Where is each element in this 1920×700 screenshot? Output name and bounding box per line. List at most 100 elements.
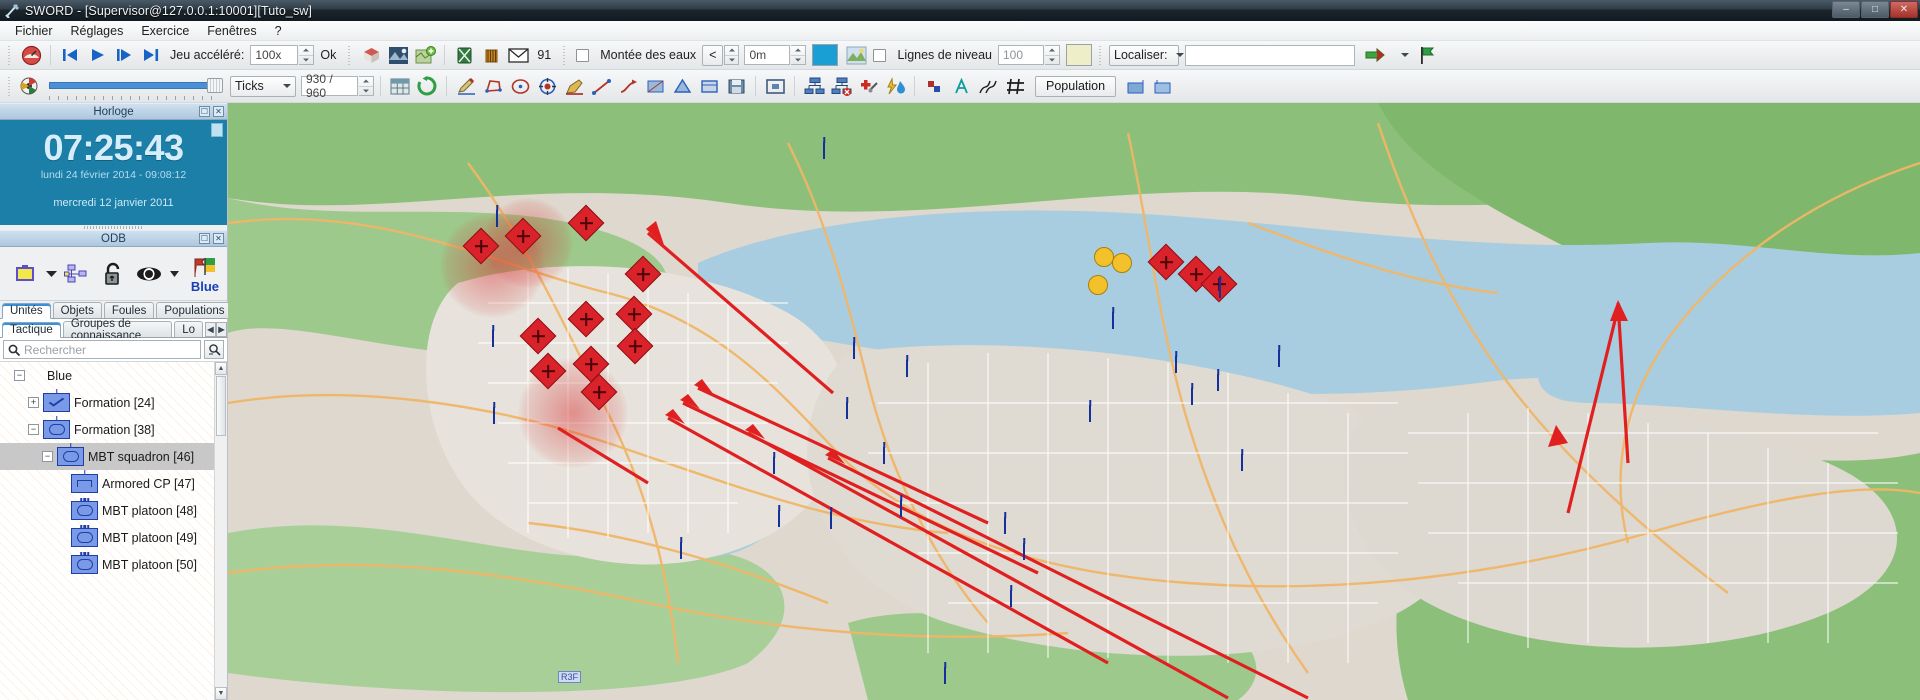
menu-reglages[interactable]: Réglages	[62, 22, 133, 40]
text-icon[interactable]	[948, 74, 974, 98]
polygon-icon[interactable]	[480, 74, 506, 98]
map-unit-blue-5[interactable]	[906, 361, 936, 382]
clock-note-icon[interactable]	[211, 123, 223, 137]
arrow-draw-icon[interactable]	[615, 74, 641, 98]
expander-icon[interactable]: −	[42, 451, 53, 462]
tab-foules[interactable]: Foules	[104, 302, 155, 318]
tree-node-mbt-platoon-49[interactable]: MBT platoon [49]	[0, 524, 227, 551]
tab-populations[interactable]: Populations	[156, 302, 232, 318]
speedometer-icon[interactable]	[18, 43, 44, 67]
search-options-icon[interactable]	[204, 340, 224, 359]
goto-icon[interactable]	[1362, 43, 1388, 67]
skip-back-icon[interactable]	[57, 43, 83, 67]
panel-resize-icon[interactable]	[762, 74, 788, 98]
map-unit-blue-2[interactable]	[496, 211, 526, 232]
tick-mode-combo[interactable]: Ticks	[230, 76, 296, 97]
menu-exercice[interactable]: Exercice	[132, 22, 198, 40]
map-unit-blue-10[interactable]	[830, 513, 860, 534]
toolbar2-grip[interactable]	[6, 77, 13, 96]
supply-icon[interactable]	[478, 43, 504, 67]
map-crowd-yellow-1[interactable]	[1094, 247, 1114, 267]
map-canvas[interactable]: R3F	[228, 103, 1920, 700]
map-unit-blue-6[interactable]	[773, 458, 803, 479]
minimize-button[interactable]: –	[1832, 1, 1860, 18]
water-compare-stepper[interactable]	[724, 45, 739, 65]
map-unit-blue-23[interactable]	[492, 331, 522, 352]
menu-fichier[interactable]: Fichier	[6, 22, 62, 40]
tree-node-mbt-platoon-50[interactable]: MBT platoon [50]	[0, 551, 227, 578]
tree-node-armored-cp-47[interactable]: Armored CP [47] P	[0, 470, 227, 497]
eye-icon[interactable]	[132, 257, 166, 291]
line-draw-icon[interactable]	[588, 74, 614, 98]
toolbar-grip-4[interactable]	[1097, 46, 1104, 65]
chevron-small-down-icon[interactable]	[168, 257, 180, 291]
search-input[interactable]: Rechercher	[3, 340, 201, 359]
panel-left-icon[interactable]	[1123, 74, 1149, 98]
map-unit-blue-21[interactable]	[1219, 282, 1249, 303]
map-unit-blue-15[interactable]	[1089, 406, 1119, 427]
panel-right-icon[interactable]	[1150, 74, 1176, 98]
water-level-input[interactable]: 0m	[744, 45, 790, 65]
clock-panel-close-button[interactable]: ✕	[213, 106, 224, 117]
skip-forward-icon[interactable]	[138, 43, 164, 67]
play-icon[interactable]	[84, 43, 110, 67]
flag-icon[interactable]	[1414, 43, 1440, 67]
contour-icon[interactable]	[975, 74, 1001, 98]
cube-3d-icon[interactable]	[358, 43, 384, 67]
water-level-stepper[interactable]	[791, 45, 806, 65]
contour-checkbox[interactable]	[873, 49, 886, 62]
grid-icon[interactable]	[1002, 74, 1028, 98]
speed-input[interactable]: 100x	[250, 45, 298, 65]
terrain-icon[interactable]	[385, 43, 411, 67]
contour-stepper[interactable]	[1045, 45, 1060, 65]
map-unit-blue-24[interactable]	[1241, 455, 1271, 476]
menu-fenetres[interactable]: Fenêtres	[198, 22, 265, 40]
maximize-button[interactable]: □	[1861, 1, 1889, 18]
tick-value-input[interactable]: 930 / 960	[301, 76, 358, 96]
refresh-icon[interactable]	[414, 74, 440, 98]
toolbar-grip-2[interactable]	[346, 46, 353, 65]
population-button[interactable]: Population	[1035, 76, 1116, 97]
chevron-down-icon[interactable]	[44, 257, 58, 291]
box-icon[interactable]	[696, 74, 722, 98]
map-crowd-yellow-3[interactable]	[1088, 275, 1108, 295]
close-button[interactable]: ✕	[1890, 1, 1918, 18]
grid-table-icon[interactable]	[387, 74, 413, 98]
target-icon[interactable]	[534, 74, 560, 98]
filmstrip-icon[interactable]	[18, 74, 48, 98]
speed-ok-button[interactable]: Ok	[320, 48, 336, 62]
map-unit-blue-12[interactable]	[900, 501, 930, 522]
map-unit-blue-7[interactable]	[846, 403, 876, 424]
toolbar-grip[interactable]	[6, 46, 13, 65]
menu-help[interactable]: ?	[266, 22, 291, 40]
contour-color-swatch[interactable]	[1066, 44, 1092, 66]
lock-icon[interactable]	[96, 257, 130, 291]
unit-visibility-icon[interactable]	[8, 257, 42, 291]
expander-icon[interactable]: +	[28, 397, 39, 408]
save-layer-icon[interactable]	[723, 74, 749, 98]
tree-node-formation-38[interactable]: − Formation [38]	[0, 416, 227, 443]
contour-input[interactable]: 100	[998, 45, 1044, 65]
add-layer-icon[interactable]	[412, 43, 438, 67]
tab-logistique[interactable]: Lo	[174, 321, 203, 337]
map-unit-blue-25[interactable]	[1010, 591, 1040, 612]
jerrycan-icon[interactable]	[451, 43, 477, 67]
tabs-scroll-right-button[interactable]: ▶	[216, 322, 227, 337]
step-forward-icon[interactable]	[111, 43, 137, 67]
map-unit-blue-13[interactable]	[1004, 518, 1034, 539]
pencil-draw-icon[interactable]	[453, 74, 479, 98]
marker-draw-icon[interactable]	[561, 74, 587, 98]
mail-icon[interactable]	[505, 43, 531, 67]
map-unit-blue-17[interactable]	[1175, 357, 1205, 378]
tab-objets[interactable]: Objets	[53, 302, 102, 318]
map-unit-blue-22[interactable]	[680, 543, 710, 564]
toolbar-grip-3[interactable]	[561, 46, 568, 65]
clock-panel-float-button[interactable]: ☐	[199, 106, 210, 117]
hierarchy-off-icon[interactable]	[828, 74, 854, 98]
tab-groupes-connaissance[interactable]: Groupes de connaissance	[63, 321, 172, 337]
odb-panel-float-button[interactable]: ☐	[199, 233, 210, 244]
map-unit-blue-11[interactable]	[778, 511, 808, 532]
map-unit-blue-16[interactable]	[1112, 313, 1142, 334]
map-unit-blue-1[interactable]	[823, 143, 853, 164]
tabs-scroll-left-button[interactable]: ◀	[205, 322, 216, 337]
